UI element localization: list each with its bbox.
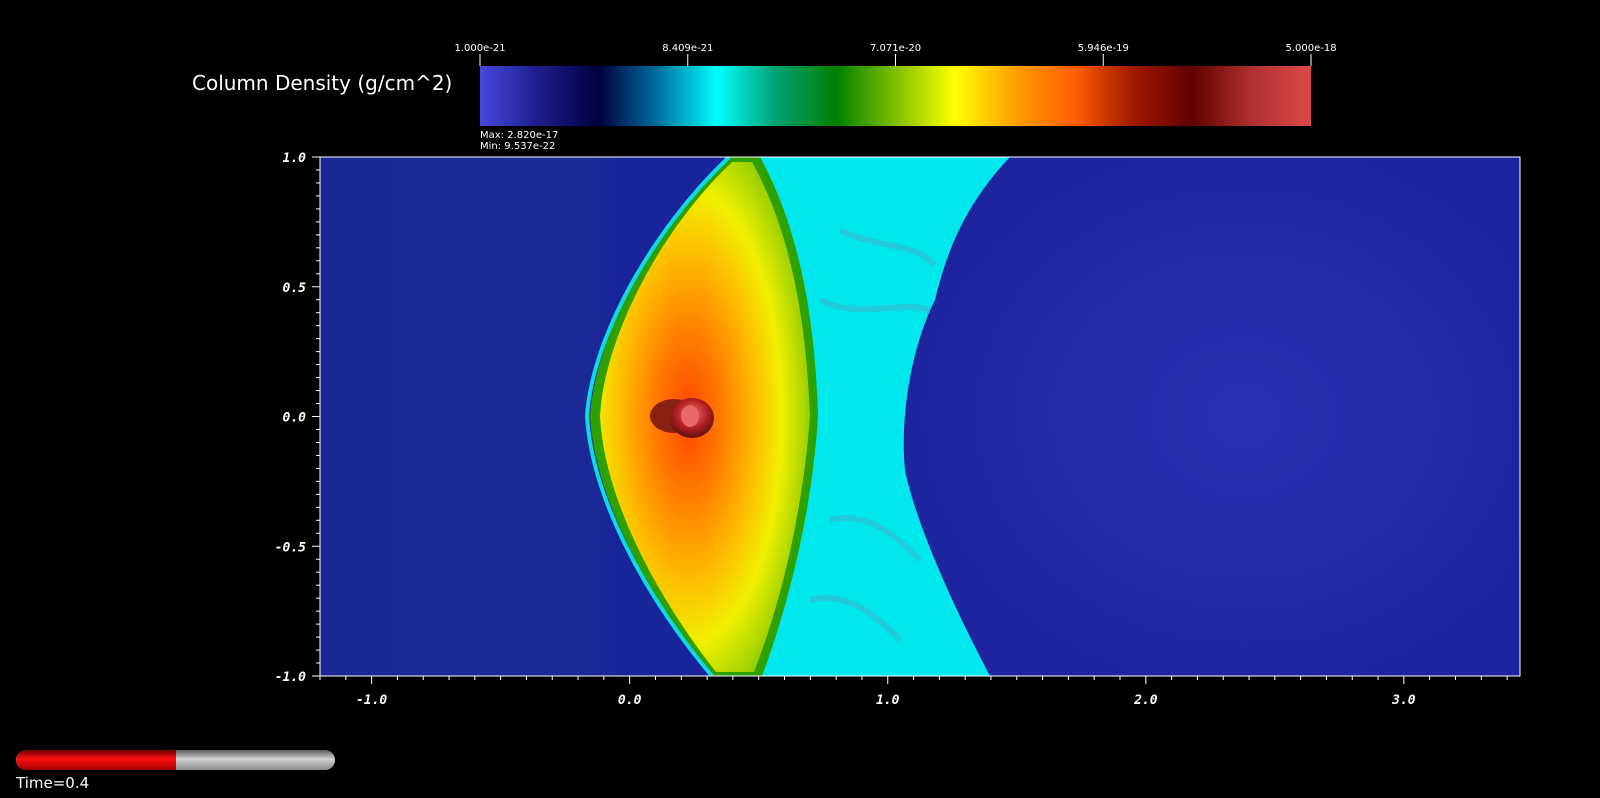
- y-tick-label: -1.0: [275, 670, 306, 685]
- y-tick-label: -0.5: [275, 540, 306, 555]
- y-tick-label: 1.0: [283, 151, 307, 166]
- wake-region: [907, 157, 1520, 676]
- colorbar-gradient: [480, 66, 1311, 126]
- colorbar-tick-label: 8.409e-21: [662, 43, 713, 54]
- x-tick-label: 3.0: [1391, 693, 1416, 708]
- y-tick-label: 0.5: [283, 281, 307, 296]
- colorbar-tick-label: 1.000e-21: [454, 43, 505, 54]
- colorbar-ticks: 1.000e-21 8.409e-21 7.071e-20 5.946e-19 5.00…: [454, 43, 1337, 66]
- colorbar-tick-label: 5.946e-19: [1078, 43, 1129, 54]
- y-tick-label: 0.0: [283, 411, 307, 426]
- x-tick-label: 0.0: [618, 693, 642, 708]
- time-progress-fill: [16, 750, 176, 770]
- colorbar-min-label: Min: 9.537e-22: [480, 141, 556, 152]
- colorbar-tick-label: 5.000e-18: [1285, 43, 1336, 54]
- x-tick-label: 2.0: [1133, 693, 1158, 708]
- time-progress-bar: [16, 750, 335, 770]
- plot-area: -1.0 0.0 1.0 2.0 3.0 1.0 0.5 0.0 -0.5 -1.0: [275, 151, 1521, 708]
- colorbar-max-label: Max: 2.820e-17: [480, 130, 559, 141]
- visualization-canvas: 1.000e-21 8.409e-21 7.071e-20 5.946e-19 5.00…: [275, 43, 1521, 708]
- time-label: Time=0.4: [16, 774, 90, 792]
- colorbar: 1.000e-21 8.409e-21 7.071e-20 5.946e-19 5.00…: [454, 43, 1337, 126]
- colorbar-tick-label: 7.071e-20: [870, 43, 921, 54]
- x-tick-label: 1.0: [876, 693, 900, 708]
- colorbar-title: Column Density (g/cm^2): [192, 71, 453, 95]
- x-tick-label: -1.0: [356, 693, 387, 708]
